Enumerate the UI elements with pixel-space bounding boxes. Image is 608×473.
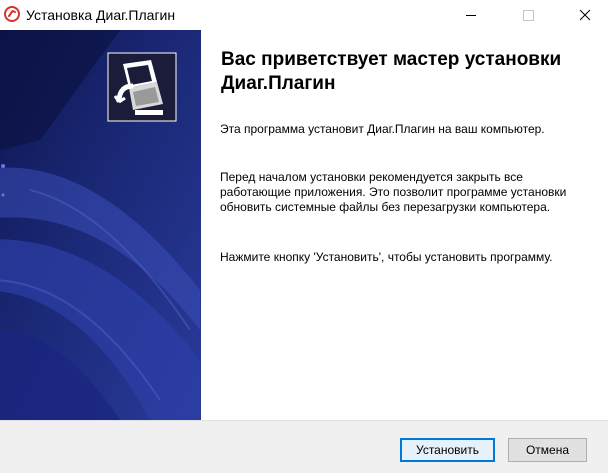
maximize-button[interactable] bbox=[505, 0, 551, 30]
page-title: Вас приветствует мастер установки Диаг.П… bbox=[221, 49, 562, 94]
close-icon bbox=[579, 9, 591, 21]
cancel-button[interactable]: Отмена bbox=[508, 438, 587, 462]
app-icon bbox=[4, 6, 20, 22]
instruction-text: Нажмите кнопку 'Установить', чтобы устан… bbox=[220, 250, 553, 264]
minimize-icon bbox=[466, 15, 476, 16]
install-button[interactable]: Установить bbox=[400, 438, 495, 462]
installer-computer-icon bbox=[107, 52, 177, 122]
minimize-button[interactable] bbox=[448, 0, 494, 30]
wizard-banner bbox=[0, 30, 201, 420]
maximize-icon bbox=[523, 10, 534, 21]
title-bar: Установка Диаг.Плагин bbox=[0, 0, 608, 30]
recommendation-text: Перед началом установки рекомендуется за… bbox=[220, 170, 567, 214]
intro-text: Эта программа установит Диаг.Плагин на в… bbox=[220, 122, 545, 136]
welcome-content: Вас приветствует мастер установки Диаг.П… bbox=[201, 30, 608, 420]
close-button[interactable] bbox=[562, 0, 608, 30]
button-bar: Установить Отмена bbox=[0, 420, 608, 473]
window-title: Установка Диаг.Плагин bbox=[26, 7, 176, 23]
